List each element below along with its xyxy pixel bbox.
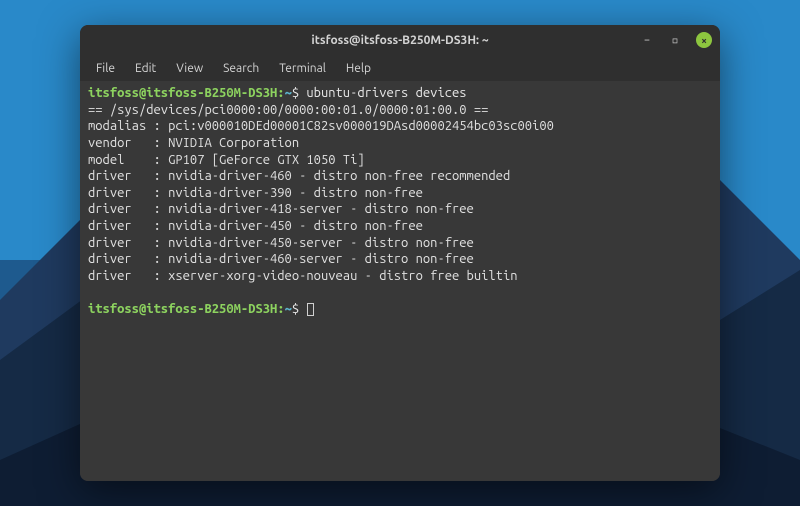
menu-file[interactable]: File (86, 58, 125, 79)
window-title: itsfoss@itsfoss-B250M-DS3H: ~ (311, 34, 488, 47)
maximize-button[interactable]: ▫ (668, 33, 682, 47)
prompt-sep: : (277, 302, 284, 316)
output-line: vendor : NVIDIA Corporation (88, 136, 299, 150)
prompt-sep: : (277, 86, 284, 100)
titlebar[interactable]: itsfoss@itsfoss-B250M-DS3H: ~ – ▫ × (80, 25, 720, 55)
close-button[interactable]: × (696, 32, 712, 48)
command-1: ubuntu-drivers devices (306, 86, 466, 100)
output-line: driver : nvidia-driver-418-server - dist… (88, 202, 474, 216)
output-line: driver : nvidia-driver-450 - distro non-… (88, 219, 423, 233)
output-line: == /sys/devices/pci0000:00/0000:00:01.0/… (88, 103, 488, 117)
output-line: driver : nvidia-driver-390 - distro non-… (88, 186, 423, 200)
menu-view[interactable]: View (166, 58, 213, 79)
output-line: driver : xserver-xorg-video-nouveau - di… (88, 269, 518, 283)
output-line: model : GP107 [GeForce GTX 1050 Ti] (88, 153, 365, 167)
output-line: driver : nvidia-driver-460 - distro non-… (88, 169, 510, 183)
prompt-user-host: itsfoss@itsfoss-B250M-DS3H (88, 86, 277, 100)
menu-edit[interactable]: Edit (125, 58, 166, 79)
prompt-symbol: $ (292, 86, 299, 100)
prompt-symbol: $ (292, 302, 299, 316)
output-line: modalias : pci:v000010DEd00001C82sv00001… (88, 119, 554, 133)
output-line: driver : nvidia-driver-450-server - dist… (88, 236, 474, 250)
menu-search[interactable]: Search (213, 58, 269, 79)
output-line: driver : nvidia-driver-460-server - dist… (88, 252, 474, 266)
menu-terminal[interactable]: Terminal (269, 58, 336, 79)
menubar: File Edit View Search Terminal Help (80, 55, 720, 81)
cursor-icon (307, 303, 314, 316)
prompt-user-host: itsfoss@itsfoss-B250M-DS3H (88, 302, 277, 316)
menu-help[interactable]: Help (336, 58, 381, 79)
prompt-path: ~ (285, 86, 292, 100)
prompt-path: ~ (285, 302, 292, 316)
window-controls: – ▫ × (640, 25, 712, 55)
terminal-window: itsfoss@itsfoss-B250M-DS3H: ~ – ▫ × File… (80, 25, 720, 481)
terminal-body[interactable]: itsfoss@itsfoss-B250M-DS3H:~$ ubuntu-dri… (80, 81, 720, 481)
minimize-button[interactable]: – (640, 33, 654, 47)
